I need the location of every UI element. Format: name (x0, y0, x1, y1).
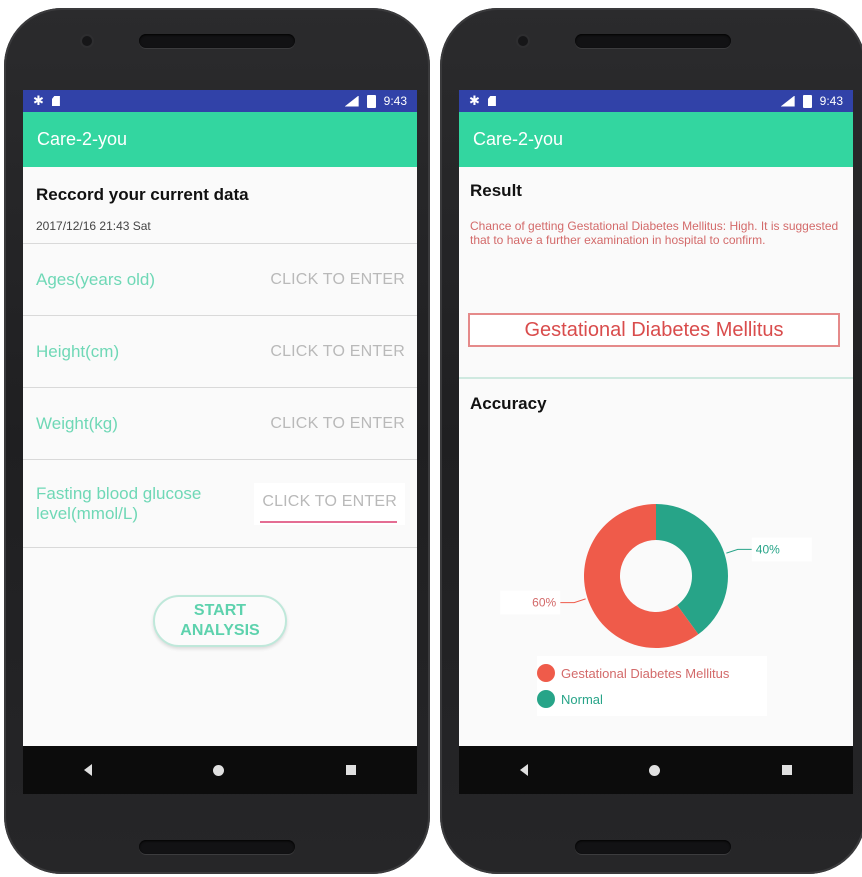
battery-icon (802, 94, 812, 108)
status-bar: ✱ 9:43 (23, 90, 417, 112)
legend-label-normal: Normal (561, 691, 603, 707)
recent-apps-icon[interactable] (782, 765, 793, 775)
field-label-height: Height(cm) (36, 341, 120, 361)
earpiece-speaker (139, 34, 295, 48)
recent-apps-icon[interactable] (346, 765, 357, 775)
glucose-input-focus[interactable]: CLICK TO ENTER (254, 482, 405, 525)
result-description: Chance of getting Gestational Diabetes M… (470, 219, 839, 247)
earpiece-speaker (575, 34, 731, 48)
legend-dot-normal (537, 690, 555, 708)
result-screen: ✱ 9:43 Care-2-you Result Chance of getti… (459, 90, 853, 794)
back-icon[interactable] (519, 764, 528, 776)
legend-item-normal: Normal (537, 686, 767, 712)
gear-icon: ✱ (33, 93, 44, 108)
status-time: 9:43 (819, 94, 843, 108)
gear-icon: ✱ (469, 93, 480, 108)
status-time: 9:43 (383, 94, 407, 108)
record-date: 2017/12/16 21:43 Sat (36, 219, 151, 233)
battery-icon (366, 94, 376, 108)
click-to-enter-height[interactable]: CLICK TO ENTER (270, 343, 405, 361)
sd-card-icon (51, 96, 60, 106)
click-to-enter-weight[interactable]: CLICK TO ENTER (270, 415, 405, 433)
signal-icon (780, 95, 795, 107)
start-analysis-label: START ANALYSIS (180, 602, 260, 639)
sd-card-icon (487, 96, 496, 106)
home-icon[interactable] (649, 764, 661, 776)
field-row-age[interactable]: Ages(years old) CLICK TO ENTER (23, 244, 417, 316)
app-title: Care-2-you (37, 129, 128, 149)
section-divider (459, 377, 853, 379)
home-icon[interactable] (213, 764, 225, 776)
start-analysis-button[interactable]: START ANALYSIS (153, 595, 287, 647)
app-title: Care-2-you (473, 129, 564, 149)
record-screen: ✱ 9:43 Care-2-you Reccord your current d… (23, 90, 417, 794)
data-label-normal: 40% (756, 542, 780, 556)
record-title: Reccord your current data (36, 185, 249, 204)
legend-item-gdm: Gestational Diabetes Mellitus (537, 660, 767, 686)
field-label-glucose: Fasting blood glucose level(mmol/L) (36, 483, 202, 523)
chart-legend: Gestational Diabetes Mellitus Normal (537, 656, 767, 716)
click-to-enter-glucose[interactable]: CLICK TO ENTER (262, 493, 397, 510)
legend-label-gdm: Gestational Diabetes Mellitus (561, 665, 730, 681)
nav-bar (459, 746, 853, 794)
front-camera (82, 36, 92, 46)
app-bar: Care-2-you (23, 112, 417, 167)
status-bar: ✱ 9:43 (459, 90, 853, 112)
leader-line-normal (726, 548, 752, 554)
field-label-weight: Weight(kg) (36, 413, 118, 433)
front-camera (518, 36, 528, 46)
nav-bar (23, 746, 417, 794)
leader-line-gdm (560, 598, 586, 604)
back-icon[interactable] (83, 764, 92, 776)
bottom-speaker (575, 840, 731, 854)
field-row-glucose[interactable]: Fasting blood glucose level(mmol/L) CLIC… (23, 460, 417, 548)
phone-right: ✱ 9:43 Care-2-you Result Chance of getti… (440, 8, 862, 874)
diagnosis-box: Gestational Diabetes Mellitus (468, 313, 840, 347)
accuracy-title: Accuracy (470, 394, 547, 413)
app-bar: Care-2-you (459, 112, 853, 167)
signal-icon (344, 95, 359, 107)
legend-dot-gdm (537, 664, 555, 682)
bottom-speaker (139, 840, 295, 854)
diagnosis-label: Gestational Diabetes Mellitus (524, 318, 784, 341)
click-to-enter-age[interactable]: CLICK TO ENTER (270, 271, 405, 289)
record-header: Reccord your current data 2017/12/16 21:… (23, 167, 417, 244)
phone-left: ✱ 9:43 Care-2-you Reccord your current d… (4, 8, 430, 874)
field-row-weight[interactable]: Weight(kg) CLICK TO ENTER (23, 388, 417, 460)
data-label-gdm: 60% (532, 596, 556, 610)
result-title: Result (470, 181, 522, 200)
focus-underline (260, 520, 397, 523)
field-row-height[interactable]: Height(cm) CLICK TO ENTER (23, 316, 417, 388)
field-label-age: Ages(years old) (36, 269, 156, 289)
